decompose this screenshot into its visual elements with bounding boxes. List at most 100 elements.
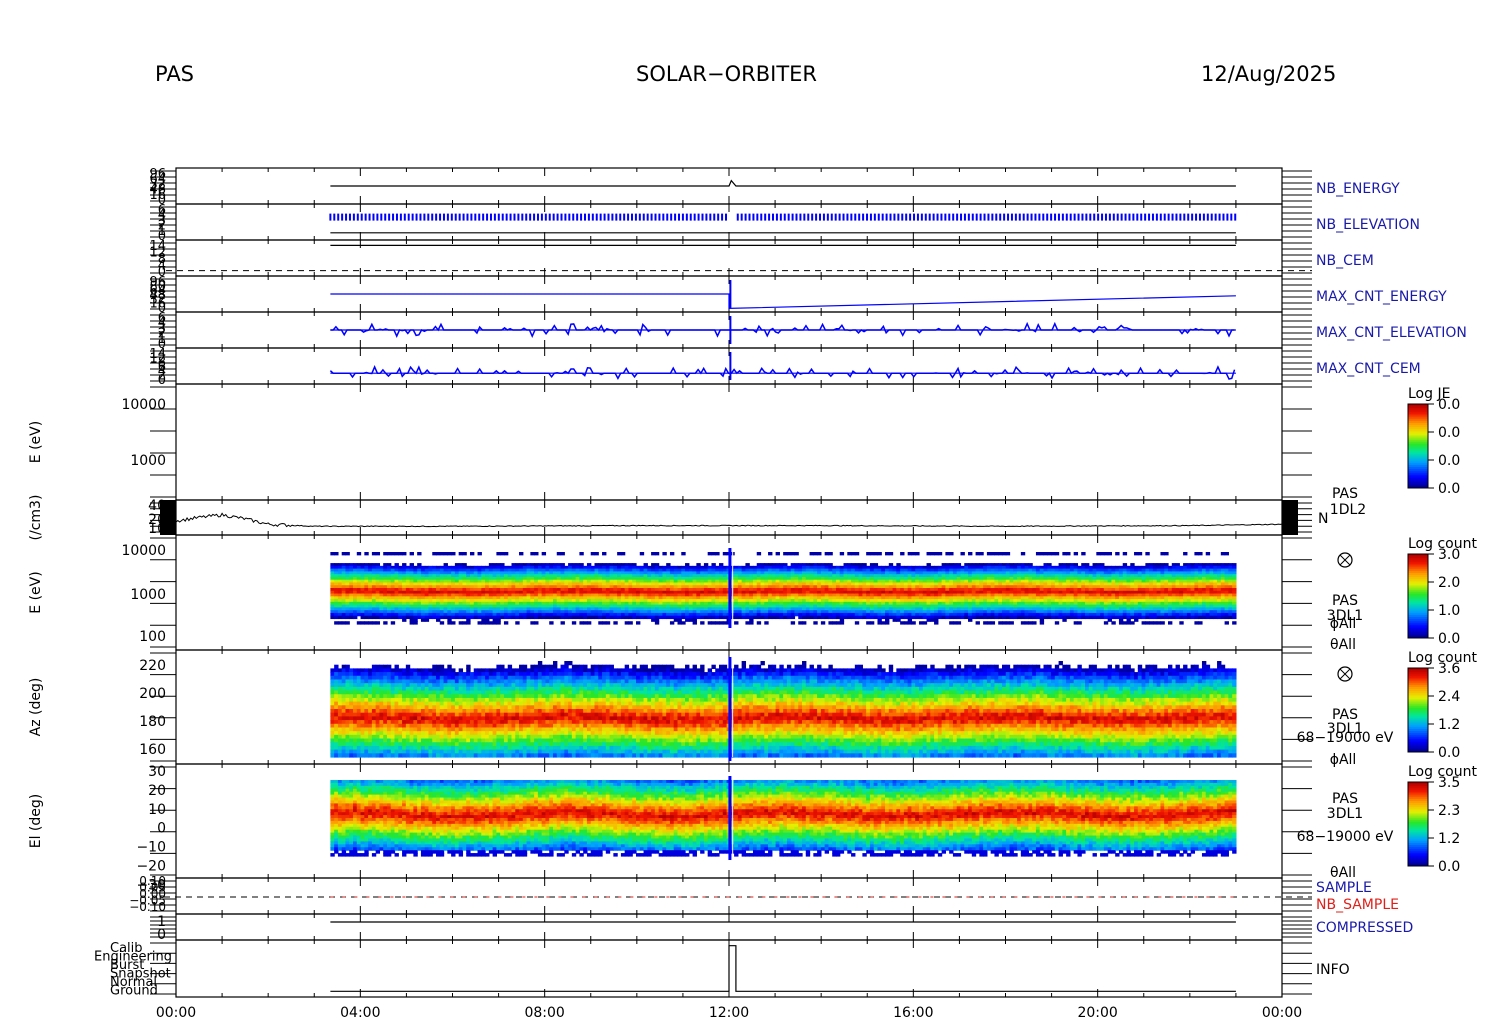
- heatmap-cell: [534, 552, 539, 556]
- energy-spectrogram: [330, 552, 1237, 625]
- heatmap-cell: [413, 621, 418, 625]
- heatmap-cell: [719, 621, 724, 625]
- heatmap-cell: [873, 615, 879, 620]
- heatmap-cell: [334, 615, 339, 620]
- heatmap-cell: [447, 621, 452, 625]
- heatmap-cell: [586, 621, 592, 625]
- heatmap-cell: [402, 618, 407, 622]
- heatmap-cell: [469, 552, 475, 556]
- heatmap-cell: [918, 621, 924, 625]
- heatmap-cell: [469, 615, 475, 620]
- heatmap-cell: [651, 618, 656, 622]
- heatmap-cell: [832, 615, 837, 620]
- heatmap-cell: [485, 621, 490, 625]
- heatmap-cell: [998, 615, 1003, 620]
- heatmap-cell: [809, 615, 814, 620]
- heatmap-cell: [364, 552, 369, 556]
- density-line: [175, 512, 1283, 528]
- heatmap-cell: [1001, 621, 1007, 625]
- heatmap-cell: [851, 615, 856, 620]
- heatmap-cell: [798, 621, 803, 625]
- heatmap-cell: [952, 615, 958, 620]
- heatmap-cell: [673, 618, 679, 622]
- heatmap-cell: [1043, 615, 1048, 620]
- heatmap-cell: [439, 621, 445, 625]
- heatmap-cell: [364, 615, 369, 620]
- heatmap-cell: [541, 552, 547, 556]
- heatmap-cell: [1058, 615, 1063, 620]
- heatmap-cell: [783, 552, 788, 556]
- heatmap-cell: [922, 621, 928, 625]
- heatmap-cell: [990, 621, 996, 625]
- heatmap-cell: [496, 552, 501, 556]
- heatmap-cell: [571, 621, 577, 625]
- heatmap-cell: [828, 621, 833, 625]
- heatmap-cell: [677, 621, 682, 625]
- heatmap-cell: [885, 552, 890, 556]
- heatmap-cell: [971, 615, 977, 620]
- heatmap-cell: [632, 615, 637, 620]
- heatmap-cell: [1073, 552, 1079, 556]
- heatmap-cell: [602, 552, 607, 556]
- heatmap-cell: [500, 552, 505, 556]
- heatmap-cell: [439, 552, 445, 556]
- heatmap-cell: [624, 615, 630, 620]
- heatmap-cell: [579, 615, 584, 620]
- series-line: [330, 293, 1236, 310]
- heatmap-cell: [1024, 615, 1029, 620]
- heatmap-cell: [605, 615, 611, 620]
- heatmap-cell: [394, 615, 399, 620]
- heatmap-cell: [420, 618, 426, 622]
- heatmap-cell: [451, 615, 456, 620]
- heatmap-cell: [666, 615, 671, 620]
- heatmap-cell: [1035, 615, 1041, 620]
- heatmap-cell: [700, 621, 705, 625]
- heatmap-cell: [745, 621, 750, 625]
- right-block: [1282, 500, 1298, 535]
- heatmap-cell: [503, 552, 509, 556]
- heatmap-cell: [560, 615, 565, 620]
- heatmap-cell: [436, 618, 441, 622]
- heatmap-cell: [892, 618, 897, 622]
- heatmap-cell: [466, 621, 471, 625]
- heatmap-cell: [922, 615, 928, 620]
- heatmap-cell: [405, 615, 411, 620]
- heatmap-cell: [998, 552, 1003, 556]
- heatmap-cell: [549, 621, 554, 625]
- heatmap-cell: [492, 621, 497, 625]
- heatmap-cell: [602, 621, 607, 625]
- panel-label-nb-energy: NB_ENERGY: [1316, 181, 1400, 197]
- heatmap-cell: [979, 615, 984, 620]
- heatmap-cell: [681, 552, 686, 556]
- heatmap-cell: [756, 552, 762, 556]
- heatmap-cell: [752, 615, 758, 620]
- heatmap-cell: [383, 552, 388, 556]
- heatmap-cell: [926, 618, 931, 622]
- heatmap-cell: [854, 621, 860, 625]
- heatmap-cell: [722, 621, 728, 625]
- heatmap-cell: [764, 615, 769, 620]
- heatmap-cell: [854, 552, 860, 556]
- heatmap-cell: [707, 552, 713, 556]
- heatmap-cell: [602, 615, 607, 620]
- heatmap-cell: [560, 621, 565, 625]
- heatmap-cell: [851, 552, 856, 556]
- heatmap-cell: [828, 552, 833, 556]
- heatmap-cell: [386, 552, 392, 556]
- density-side-label: N: [1318, 511, 1328, 527]
- heatmap-cell: [685, 618, 690, 622]
- heatmap-cell: [941, 615, 946, 620]
- heatmap-cell: [639, 552, 645, 556]
- heatmap-cell: [515, 621, 520, 625]
- heatmap-cell: [1005, 621, 1011, 625]
- heatmap-cell: [1054, 615, 1060, 620]
- heatmap-cell: [986, 621, 992, 625]
- panel-label-max-cnt-energy: MAX_CNT_ENERGY: [1316, 289, 1447, 305]
- heatmap-cell: [915, 615, 920, 620]
- heatmap-cell: [768, 552, 773, 556]
- heatmap-cell: [1043, 552, 1048, 556]
- heatmap-cell: [586, 615, 592, 620]
- heatmap-cell: [345, 615, 350, 620]
- heatmap-cell: [722, 552, 728, 556]
- heatmap-cell: [854, 615, 860, 620]
